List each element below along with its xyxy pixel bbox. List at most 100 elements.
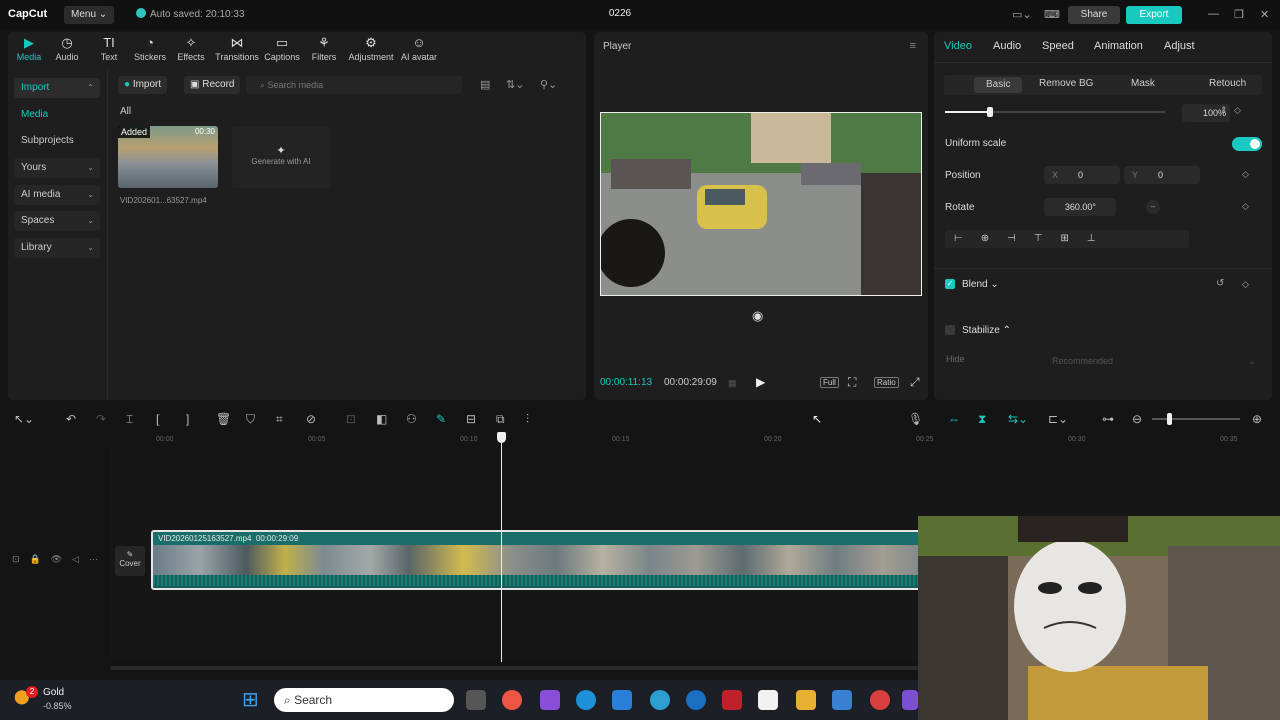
sidebar-item-ai-media[interactable]: AI media ⌄ [14, 185, 100, 205]
playhead-handle[interactable] [497, 432, 506, 443]
menu-button[interactable]: Menu ⌄ [64, 6, 115, 24]
magnet-icon[interactable]: ⧗ [978, 412, 986, 427]
search-input[interactable]: ⌕ Search media [246, 76, 462, 94]
folder-icon[interactable] [796, 690, 816, 710]
tab-filters[interactable]: ⚘ Filters [303, 34, 345, 62]
mcafee-icon[interactable] [722, 690, 742, 710]
tab-adjust[interactable]: Adjust [1164, 40, 1195, 52]
track-controls[interactable]: ⊡🔒👁◁⋯ [12, 554, 108, 565]
copilot-icon[interactable] [540, 690, 560, 710]
stepper-icon[interactable]: ⇕ [1220, 105, 1228, 116]
share-button[interactable]: Share [1068, 6, 1120, 24]
tab-adjustment[interactable]: ⚙ Adjustment [346, 34, 396, 62]
export-button[interactable]: Export [1126, 6, 1182, 24]
close-icon[interactable]: ✕ [1260, 8, 1269, 21]
playhead[interactable] [501, 434, 502, 662]
crop-icon[interactable]: ⌗ [276, 412, 283, 427]
scale-handle[interactable] [987, 107, 993, 117]
reset-icon[interactable]: ↺ [1216, 278, 1224, 289]
subtab-retouch[interactable]: Retouch [1209, 78, 1246, 89]
rotate-dial-icon[interactable]: – [1146, 200, 1160, 214]
position-x-field[interactable]: X0 [1044, 166, 1120, 184]
redo-icon[interactable]: ↷ [96, 412, 106, 426]
fit-icon[interactable]: ⊶ [1102, 412, 1114, 426]
import-button[interactable]: ● Import [118, 76, 168, 94]
keyframe-icon[interactable]: ◇ [1242, 279, 1249, 290]
sidebar-item-yours[interactable]: Yours ⌄ [14, 158, 100, 178]
tab-effects[interactable]: ✧ Effects [170, 34, 212, 62]
cover-button[interactable]: ✎ Cover [115, 546, 145, 576]
full-button[interactable]: Full [820, 377, 839, 388]
timeline-icon[interactable]: ▦ [728, 378, 737, 389]
uniform-scale-toggle[interactable] [1232, 137, 1262, 151]
app-icon[interactable] [870, 690, 890, 710]
keyframe-icon[interactable]: ◇ [1234, 105, 1241, 116]
scale-slider[interactable] [945, 107, 1165, 117]
person-icon[interactable]: ⚇ [406, 412, 417, 426]
microphone-icon[interactable]: 🎙 [908, 412, 923, 426]
capcut-icon[interactable] [758, 690, 778, 710]
record-button[interactable]: ▣ Record [184, 76, 241, 94]
select-icon[interactable]: ↖⌄ [14, 412, 34, 426]
layout-icon[interactable]: ▭⌄ [1012, 8, 1032, 21]
sidebar-item-library[interactable]: Library ⌄ [14, 238, 100, 258]
windows-icon[interactable]: ⊞ [242, 690, 259, 710]
keyboard-icon[interactable]: ⌨ [1044, 8, 1060, 21]
taskbar-search[interactable]: ⌕ Search [274, 688, 454, 712]
filter-icon[interactable]: ⚲⌄ [540, 78, 557, 91]
subtab-remove-bg[interactable]: Remove BG [1039, 78, 1093, 89]
caption-icon[interactable]: ⊟ [466, 412, 476, 426]
app-icon[interactable] [902, 690, 918, 710]
file-explorer-icon[interactable] [466, 690, 486, 710]
snap-icon[interactable]: ⇆⌄ [1008, 412, 1028, 426]
edge-icon[interactable] [576, 690, 596, 710]
tab-animation[interactable]: Animation [1094, 40, 1143, 52]
maximize-icon[interactable]: ❐ [1234, 8, 1244, 21]
rotate-field[interactable]: 360.00° [1044, 198, 1116, 216]
tab-captions[interactable]: ▭ Captions [261, 34, 303, 62]
position-y-field[interactable]: Y0 [1124, 166, 1200, 184]
grid-view-icon[interactable]: ▤ [480, 78, 490, 91]
audio-split-icon[interactable]: ⫶ [526, 412, 529, 427]
loop-icon[interactable]: ◉ [752, 308, 763, 324]
subtab-mask[interactable]: Mask [1131, 78, 1155, 89]
freeze-icon[interactable]: ⊡ [346, 412, 356, 426]
speed-icon[interactable]: ⊘ [306, 412, 316, 426]
zoom-handle[interactable] [1167, 413, 1172, 425]
tab-audio[interactable]: ◷ Audio [46, 34, 88, 62]
stabilize-checkbox[interactable] [945, 325, 955, 335]
mirror-icon[interactable]: ◧ [376, 412, 387, 426]
play-icon[interactable]: ▶ [756, 375, 765, 389]
tab-audio-props[interactable]: Audio [993, 40, 1021, 52]
split-icon[interactable]: ⌶ [126, 412, 133, 427]
shield-icon[interactable]: ⛉ [246, 412, 255, 427]
timeline-scrollbar[interactable] [110, 666, 918, 670]
fullscreen-icon[interactable]: ⤢ [910, 375, 920, 390]
delete-icon[interactable]: 🗑 [216, 412, 231, 426]
split-right-icon[interactable]: ] [186, 412, 189, 426]
align-toolbar[interactable]: ⊢⊕⊣⊤⊞⊥ [945, 230, 1189, 248]
project-name[interactable]: 0226 [600, 8, 640, 19]
generate-ai-card[interactable]: ✦ Generate with AI [232, 126, 330, 188]
sidebar-item-spaces[interactable]: Spaces ⌄ [14, 211, 100, 231]
sidebar-item-media[interactable]: Media [14, 105, 100, 125]
keyframe-icon[interactable]: ◇ [1242, 201, 1249, 212]
export-frame-icon[interactable]: ⧉ [496, 412, 505, 427]
tab-media[interactable]: ▶ Media [8, 34, 50, 62]
media-thumbnail[interactable]: Added 00:30 [118, 126, 218, 188]
tab-speed[interactable]: Speed [1042, 40, 1074, 52]
sidebar-item-subprojects[interactable]: Subprojects [14, 131, 100, 151]
app-icon[interactable] [650, 690, 670, 710]
stabilize-select[interactable]: Recommended ⌄ [1044, 352, 1262, 370]
screenshot-icon[interactable]: ⛶ [848, 375, 856, 390]
video-preview[interactable] [600, 112, 922, 296]
blend-checkbox[interactable]: ✓ [945, 279, 955, 289]
app-icon[interactable] [832, 690, 852, 710]
keyframe-icon[interactable]: ◇ [1242, 169, 1249, 180]
tab-stickers[interactable]: ◔ Stickers [129, 34, 171, 62]
preview-axis-icon[interactable]: ⊏⌄ [1048, 412, 1068, 426]
tab-video[interactable]: Video [944, 40, 972, 52]
subtab-basic[interactable]: Basic [974, 77, 1023, 93]
zoom-in-icon[interactable]: ⊕ [1252, 412, 1262, 426]
chrome-icon[interactable] [502, 690, 522, 710]
